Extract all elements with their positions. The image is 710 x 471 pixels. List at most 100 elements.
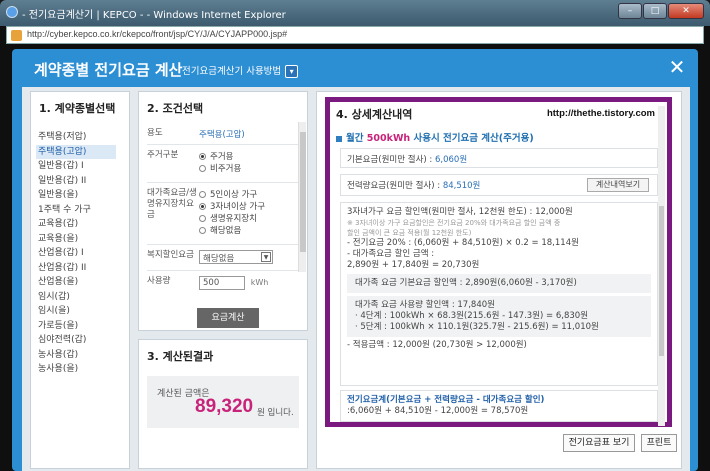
calculate-button[interactable]: 요금계산 (197, 308, 259, 328)
contract-type-item[interactable]: 교육용(갑) (36, 217, 129, 232)
radio-dot (199, 214, 206, 222)
subtitle-pre: 월간 (346, 133, 367, 144)
radio-label: 5인이상 가구 (210, 190, 258, 200)
radio-family-life[interactable]: 생명유지장치 (199, 212, 299, 224)
contract-type-item[interactable]: 농사용(갑) (36, 348, 129, 363)
radio-label: 주거용 (210, 152, 234, 162)
calculator-modal: 계약종별 전기요금 계산 전기요금계산기 사용방법 ▾ ✕ 1. 계약종별선택 주… (12, 49, 698, 471)
total-line: :6,060원 + 84,510원 - 12,000원 = 78,570원 (347, 406, 529, 416)
family-usage-title: 대가족 요금 사용량 할인액 : 17,840원 (355, 300, 495, 310)
result-heading: 3. 계산된결과 (147, 350, 214, 363)
radio-family-none[interactable]: 해당없음 (199, 224, 299, 236)
contract-type-item[interactable]: 농사용(을) (36, 362, 129, 377)
contract-type-item[interactable]: 일반용(갑) II (36, 174, 129, 189)
address-text: http://cyber.kepco.co.kr/ckepco/front/js… (27, 29, 288, 39)
detail-frame: 4. 상세계산내역 http://thethe.tistory.com 월간 5… (325, 97, 672, 427)
contract-type-item[interactable]: 일반용(갑) I (36, 159, 129, 174)
help-link[interactable]: 전기요금계산기 사용방법 ▾ (182, 63, 299, 78)
discount-line: - 전기요금 20% : (6,060원 + 84,510원) × 0.2 = … (347, 238, 579, 248)
condition-panel: 2. 조건선택 용도 주택용(고압) 주거구분 주거용 비주거용 대가족요금/생… (138, 91, 308, 331)
radio-label: 생명유지장치 (210, 214, 257, 224)
result-box: 계산된 금액은 89,320 원 입니다. (147, 376, 299, 428)
help-label: 전기요금계산기 사용방법 (182, 66, 282, 77)
usage-label: 용도 (147, 128, 163, 138)
welfare-select-value: 해당없음 (203, 254, 235, 264)
contract-type-item[interactable]: 산업용(갑) I (36, 246, 129, 261)
print-button[interactable]: 프린트 (641, 434, 677, 452)
subtitle-post: 사용시 전기요금 계산(주거용) (410, 133, 534, 144)
discount-note: ※ 3자녀이상 가구 요금할인은 전기요금 20%와 대가족요금 할인 금액 중 (347, 219, 561, 227)
radio-dot (199, 152, 206, 160)
contract-type-item[interactable]: 임시(갑) (36, 290, 129, 305)
contract-type-item[interactable]: 심야전력(갑) (36, 333, 129, 348)
condition-scrollbar[interactable] (298, 122, 306, 272)
contract-type-item[interactable]: 임시(을) (36, 304, 129, 319)
ie-icon (6, 6, 18, 18)
residence-label: 주거구분 (147, 150, 179, 160)
rate-table-button[interactable]: 전기요금표 보기 (563, 434, 635, 452)
discount-title: 3자녀가구 요금 할인액(원미만 절사, 12천원 한도) : 12,000원 (347, 207, 573, 217)
energy-fee-value: 84,510원 (442, 181, 481, 191)
contract-type-item[interactable]: 1주택 수 가구 (36, 203, 129, 218)
family-usage-line: · 5단계 : 100kWh × 110.1원(325.7원 - 215.6원)… (355, 322, 599, 332)
radio-family-3children[interactable]: 3자녀이상 가구 (199, 200, 299, 212)
contract-type-item[interactable]: 교육용(을) (36, 232, 129, 247)
basic-fee-box: 기본요금(원미만 절사) : 6,060원 (340, 148, 658, 168)
discount-box: 3자녀가구 요금 할인액(원미만 절사, 12천원 한도) : 12,000원 … (340, 202, 658, 386)
energy-fee-box: 전력량요금(원미만 절사) : 84,510원 계산내역보기 (340, 174, 658, 196)
address-bar[interactable]: http://cyber.kepco.co.kr/ckepco/front/js… (6, 26, 704, 44)
subtitle-highlight: 500kWh (366, 133, 411, 144)
contract-type-list: 주택용(저압) 주택용(고압) 일반용(갑) I 일반용(갑) II 일반용(을) 1주택… (31, 130, 129, 377)
calc-detail-button[interactable]: 계산내역보기 (587, 178, 649, 192)
contract-type-item[interactable]: 산업용(갑) II (36, 261, 129, 276)
chevron-down-icon[interactable]: ▾ (285, 65, 299, 78)
browser-window: - 전기요금계산기 | KEPCO - - Windows Internet E… (0, 0, 710, 471)
radio-label: 비주거용 (210, 164, 242, 174)
welfare-label: 복지할인요금 (147, 250, 194, 260)
watermark-url: http://thethe.tistory.com (546, 108, 655, 119)
basic-fee-value: 6,060원 (434, 155, 468, 165)
family-basic-box: 대가족 요금 기본요금 할인액 : 2,890원(6,060원 - 3,170원… (347, 274, 651, 293)
radio-dot (199, 202, 206, 210)
contract-type-heading: 1. 계약종별선택 (39, 102, 116, 115)
modal-body: 1. 계약종별선택 주택용(저압) 주택용(고압) 일반용(갑) I 일반용(갑) I… (22, 87, 690, 471)
energy-fee-label: 전력량요금(원미만 절사) : (347, 181, 443, 191)
contract-type-item[interactable]: 가로등(을) (36, 319, 129, 334)
total-box: 전기요금계(기본요금 + 전력량요금 - 대가족요금 할인) :6,060원 +… (340, 390, 658, 422)
modal-close-button[interactable]: ✕ (666, 57, 688, 77)
bullet-square-icon (336, 135, 342, 142)
contract-type-item[interactable]: 주택용(고압) (36, 144, 116, 159)
radio-residence-nonhome[interactable]: 비주거용 (199, 162, 299, 174)
family-usage-box: 대가족 요금 사용량 할인액 : 17,840원 · 4단계 : 100kWh … (347, 296, 651, 337)
minimize-button[interactable]: – (618, 3, 642, 19)
detail-heading: 4. 상세계산내역 (336, 108, 413, 121)
radio-family-5[interactable]: 5인이상 가구 (199, 188, 299, 200)
welfare-select[interactable]: 해당없음 ▼ (199, 250, 273, 264)
chevron-down-icon: ▼ (261, 252, 271, 262)
radio-dot (199, 190, 206, 198)
result-panel: 3. 계산된결과 계산된 금액은 89,320 원 입니다. (138, 339, 308, 469)
contract-type-item[interactable]: 산업용(을) (36, 275, 129, 290)
result-unit: 원 입니다. (257, 408, 294, 418)
radio-label: 해당없음 (210, 226, 242, 236)
radio-residence-home[interactable]: 주거용 (199, 150, 299, 162)
discount-line: - 대가족요금 할인 금액 : (347, 249, 435, 259)
total-title: 전기요금계(기본요금 + 전력량요금 - 대가족요금 할인) (347, 395, 545, 405)
basic-fee-label: 기본요금(원미만 절사) : (347, 155, 435, 165)
condition-heading: 2. 조건선택 (147, 102, 204, 115)
contract-type-item[interactable]: 일반용(을) (36, 188, 129, 203)
radio-dot (199, 226, 206, 234)
usage-amount-unit: kWh (250, 278, 269, 287)
detail-scrollbar[interactable] (658, 106, 665, 426)
detail-subtitle: 월간 500kWh 사용시 전기요금 계산(주거용) (336, 130, 534, 144)
usage-amount-input[interactable]: 500 (199, 276, 245, 290)
contract-type-panel: 1. 계약종별선택 주택용(저압) 주택용(고압) 일반용(갑) I 일반용(갑) I… (30, 91, 130, 469)
contract-type-item[interactable]: 주택용(저압) (36, 130, 129, 145)
close-window-button[interactable]: ✕ (668, 3, 704, 19)
radio-label: 3자녀이상 가구 (210, 202, 266, 212)
discount-line: 2,890원 + 17,840원 = 20,730원 (347, 260, 480, 270)
maximize-button[interactable]: □ (643, 3, 667, 19)
discount-note: 할인 금액이 큰 요금 적용(월 12천원 한도) (347, 229, 472, 237)
family-usage-line: · 4단계 : 100kWh × 68.3원(215.6원 - 147.3원) … (355, 311, 589, 321)
page-icon (11, 30, 22, 41)
